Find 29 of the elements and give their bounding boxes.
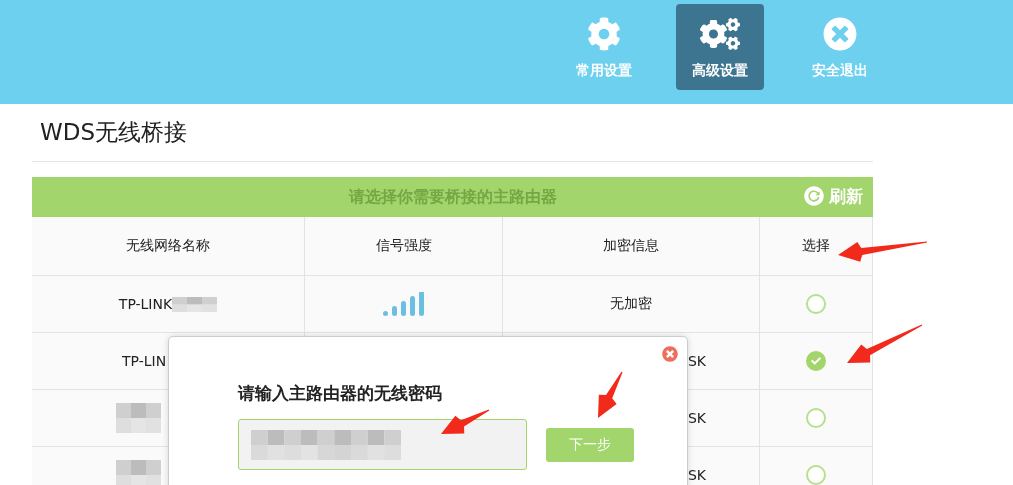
refresh-icon (802, 184, 826, 208)
radio-button[interactable] (806, 408, 826, 428)
nav-tab[interactable]: 常用设置 (560, 4, 648, 90)
dialog-title: 请输入主路由器的无线密码 (238, 382, 443, 405)
arrow (441, 409, 490, 434)
refresh-button[interactable]: 刷新 (802, 184, 863, 208)
network-name: TP-LIN (122, 353, 167, 369)
mosaic-drawing (116, 403, 161, 433)
column-header: 选择 (760, 217, 873, 276)
arrow (598, 371, 623, 418)
column-header: 加密信息 (503, 217, 760, 276)
page-title: WDS无线桥接 (32, 104, 873, 162)
column-header: 信号强度 (305, 217, 503, 276)
network-name: TP-LINK (118, 296, 173, 312)
nav-tab[interactable]: 安全退出 (796, 4, 884, 90)
close-button[interactable] (662, 346, 678, 362)
next-button[interactable]: 下一步 (546, 427, 634, 462)
table-cell: 无加密 (503, 276, 760, 333)
check-icon (811, 356, 821, 366)
signal-icon (382, 292, 425, 316)
nav-tab[interactable]: 高级设置 (676, 4, 764, 90)
column-header: 无线网络名称 (32, 217, 305, 276)
radio-button[interactable] (806, 351, 826, 371)
password-field[interactable] (238, 419, 527, 470)
radio-button[interactable] (806, 294, 826, 314)
mosaic-drawing (116, 460, 161, 485)
gear-icon (587, 17, 621, 51)
radio-button[interactable] (806, 465, 826, 485)
mosaic-drawing (172, 296, 218, 312)
